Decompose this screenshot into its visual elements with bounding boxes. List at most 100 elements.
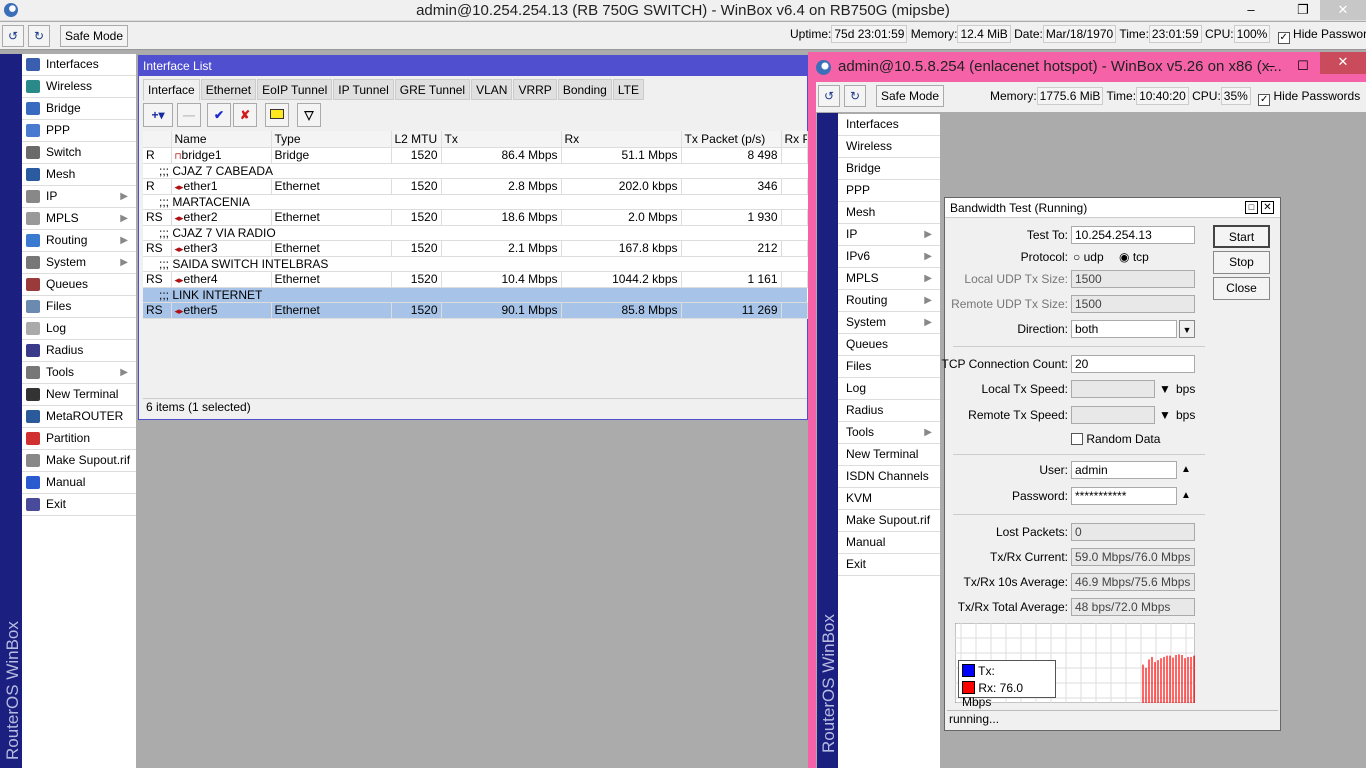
safe-mode-button[interactable]: Safe Mode [876,85,944,107]
local-speed-input[interactable] [1071,380,1155,398]
close-button[interactable]: ✕ [1261,201,1274,214]
menu-item-ppp[interactable]: PPP [22,120,136,142]
menu-item-switch[interactable]: Switch [22,142,136,164]
password-collapse-icon[interactable]: ▲ [1181,487,1191,505]
menu-item-ppp[interactable]: PPP [838,180,940,202]
menu-item-log[interactable]: Log [22,318,136,340]
menu-item-mesh[interactable]: Mesh [838,202,940,224]
tcp-count-label: TCP Connection Count: [941,357,1068,371]
password-input[interactable]: *********** [1071,487,1177,505]
menu-item-tools[interactable]: Tools ▶ [838,422,940,444]
comment-row[interactable]: ;;; CJAZ 7 VIA RADIO [143,225,807,241]
menu-item-bridge[interactable]: Bridge [22,98,136,120]
local-speed-dropdown-icon[interactable]: ▼ [1159,380,1171,398]
column-header[interactable]: Rx Pa [781,131,808,148]
table-row[interactable]: RS ◂▸ether5 Ethernet 1520 90.1 Mbps 85.8 Mbps… [143,302,808,319]
tab-interface[interactable]: Interface [143,79,200,101]
column-header[interactable]: Type [271,131,392,148]
tab-eoip-tunnel[interactable]: EoIP Tunnel [257,79,333,100]
protocol-udp-radio[interactable]: ○ udp [1073,248,1104,266]
menu-item-manual[interactable]: Manual [22,472,136,494]
stop-button[interactable]: Stop [1213,251,1270,274]
row-comment: ;;; CJAZ 7 CABEADA [143,163,807,179]
table-row[interactable]: RS ◂▸ether2 Ethernet 1520 18.6 Mbps 2.0 Mbps 1… [143,209,808,226]
menu-item-radius[interactable]: Radius [22,340,136,362]
column-header[interactable]: Tx [441,131,562,148]
comment-row[interactable]: ;;; MARTACENIA [143,194,807,210]
menu-item-mpls[interactable]: MPLS ▶ [22,208,136,230]
interface-list-title[interactable]: Interface List [139,56,807,76]
menu-item-interfaces[interactable]: Interfaces [838,114,940,136]
menu-item-metarouter[interactable]: MetaROUTER [22,406,136,428]
dialog-title[interactable]: Bandwidth Test (Running) [945,198,1280,218]
menu-item-files[interactable]: Files [22,296,136,318]
submenu-arrow-icon: ▶ [120,235,128,246]
local-udp-input[interactable]: 1500 [1071,270,1195,288]
tab-lte[interactable]: LTE [612,79,644,100]
disable-button[interactable]: ✘ [233,103,257,127]
menu-item-exit[interactable]: Exit [22,494,136,516]
add-button[interactable]: +▾ [143,103,173,127]
tab-bonding[interactable]: Bonding [557,79,612,100]
column-header[interactable] [143,131,172,148]
menu-item-interfaces[interactable]: Interfaces [22,54,136,76]
menu-item-wireless[interactable]: Wireless [838,136,940,158]
redo-button[interactable]: ↻ [844,85,866,107]
tab-gre-tunnel[interactable]: GRE Tunnel [394,79,471,100]
tab-vrrp[interactable]: VRRP [513,79,557,100]
tab-vlan[interactable]: VLAN [471,79,513,100]
minimize-button[interactable]: – [1228,0,1274,20]
radius-icon [26,344,40,357]
column-header[interactable]: L2 MTU [391,131,442,148]
close-button[interactable]: ✕ [1320,0,1366,20]
close-dialog-button[interactable]: Close [1213,277,1270,300]
table-row[interactable]: RS ◂▸ether3 Ethernet 1520 2.1 Mbps 167.8 kbps… [143,240,808,257]
test-to-input[interactable]: 10.254.254.13 [1071,226,1195,244]
menu-item-system[interactable]: System ▶ [22,252,136,274]
hide-passwords-checkbox[interactable]: ✓ [1258,94,1271,106]
table-row[interactable]: RS ◂▸ether4 Ethernet 1520 10.4 Mbps 1044.2 kb… [143,271,808,288]
tab-ethernet[interactable]: Ethernet [200,79,257,100]
menu-item-partition[interactable]: Partition [22,428,136,450]
menu-item-ip[interactable]: IP ▶ [22,186,136,208]
remote-speed-dropdown-icon[interactable]: ▼ [1159,406,1171,424]
enable-button[interactable]: ✔ [207,103,231,127]
direction-dropdown-icon[interactable]: ▼ [1179,320,1195,338]
comment-row[interactable]: ;;; SAIDA SWITCH INTELBRAS [143,256,807,272]
column-header[interactable]: Name [171,131,272,148]
comment-row[interactable]: ;;; CJAZ 7 CABEADA [143,163,807,179]
safe-mode-button[interactable]: Safe Mode [60,25,128,47]
column-header[interactable]: Rx [561,131,682,148]
menu-item-routing[interactable]: Routing ▶ [22,230,136,252]
remote-speed-input[interactable] [1071,406,1155,424]
menu-item-wireless[interactable]: Wireless [22,76,136,98]
table-row[interactable]: R ⊓bridge1 Bridge 1520 86.4 Mbps 51.1 Mbps 8 4… [143,147,808,164]
filter-button[interactable]: ▽ [297,103,321,127]
menu-item-bridge[interactable]: Bridge [838,158,940,180]
direction-select[interactable]: both [1071,320,1177,338]
tab-ip-tunnel[interactable]: IP Tunnel [333,79,394,100]
hide-passwords-checkbox[interactable]: ✓ [1277,32,1290,44]
remove-button[interactable]: — [177,103,201,127]
menu-item-tools[interactable]: Tools ▶ [22,362,136,384]
table-row[interactable]: R ◂▸ether1 Ethernet 1520 2.8 Mbps 202.0 kbps 3… [143,178,808,195]
redo-button[interactable]: ↻ [28,25,50,47]
user-collapse-icon[interactable]: ▲ [1181,461,1191,479]
comment-row[interactable]: ;;; LINK INTERNET [143,287,807,303]
close-button[interactable]: ✕ [1320,52,1366,74]
undo-button[interactable]: ↺ [2,25,24,47]
menu-item-mesh[interactable]: Mesh [22,164,136,186]
start-button[interactable]: Start [1213,225,1270,248]
protocol-tcp-radio[interactable]: ◉ tcp [1119,248,1149,266]
user-input[interactable]: admin [1071,461,1177,479]
menu-item-make-supout-rif[interactable]: Make Supout.rif [22,450,136,472]
comment-button[interactable] [265,103,289,127]
column-header[interactable]: Tx Packet (p/s) [681,131,782,148]
restore-button[interactable]: □ [1245,201,1258,214]
tcp-count-input[interactable]: 20 [1071,355,1195,373]
menu-item-queues[interactable]: Queues [22,274,136,296]
remote-udp-input[interactable]: 1500 [1071,295,1195,313]
random-data-checkbox[interactable]: Random Data [1071,430,1160,448]
undo-button[interactable]: ↺ [818,85,840,107]
menu-item-new-terminal[interactable]: New Terminal [22,384,136,406]
